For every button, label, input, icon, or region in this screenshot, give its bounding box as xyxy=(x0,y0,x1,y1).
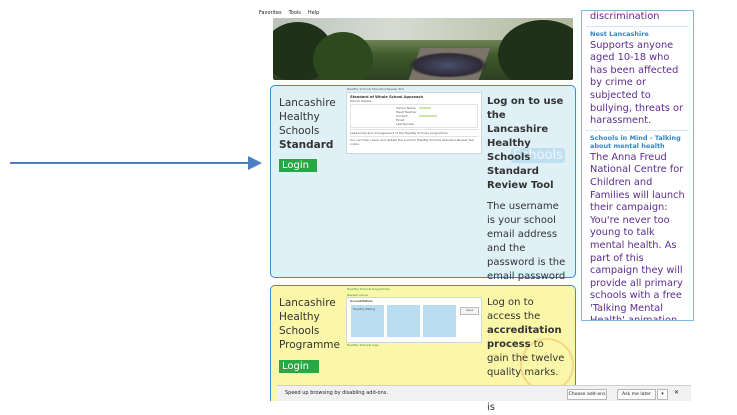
notification-message: Speed up browsing by disabling add-ons. xyxy=(285,390,388,396)
standard-description-heading: Log on to use the Lancashire Healthy Sch… xyxy=(487,96,564,191)
choose-addons-button[interactable]: Choose add-ons xyxy=(567,389,607,400)
news-text-schools-in-mind: The Anna Freud National Centre for Child… xyxy=(590,151,685,321)
standard-title: Lancashire Healthy Schools Standard xyxy=(279,97,336,151)
menu-favorites[interactable]: Favorites xyxy=(259,10,282,16)
menu-tools[interactable]: Tools xyxy=(289,10,301,16)
programme-preview-caption: Healthy Schools Programme xyxy=(347,287,390,291)
programme-preview-footer: Healthy Schools logo xyxy=(347,343,379,347)
news-heading-nest[interactable]: Nest Lancashire xyxy=(582,30,693,38)
programme-preview-thumbnail: Accreditation Healthy Eating Save xyxy=(346,297,482,343)
arrow-right-icon xyxy=(248,156,262,170)
standard-login-button[interactable]: Login xyxy=(279,159,317,172)
notification-bar: Speed up browsing by disabling add-ons. … xyxy=(277,385,691,401)
ask-me-later-button[interactable]: Ask me later xyxy=(617,389,656,400)
standard-description: Log on to use the Lancashire Healthy Sch… xyxy=(487,95,567,312)
news-sidebar: discrimination Nest Lancashire Supports … xyxy=(581,10,694,321)
standard-preview-caption: Healthy Schools Standard Review Tool xyxy=(347,87,405,91)
programme-login-button[interactable]: Login xyxy=(279,360,319,373)
programme-title: Lancashire Healthy Schools Programme xyxy=(279,297,340,351)
close-icon[interactable]: ✕ xyxy=(674,389,679,396)
news-text-nest: Supports anyone aged 10-18 who has been … xyxy=(590,39,684,127)
standard-preview-thumbnail: Standard of Whole School Approach School… xyxy=(346,92,482,154)
hero-photo xyxy=(273,18,573,80)
menu-help[interactable]: Help xyxy=(308,10,319,16)
triangle-down-icon[interactable]: ▾ xyxy=(657,389,668,400)
news-lead-text: discrimination xyxy=(590,11,660,22)
pointer-arrow-line xyxy=(10,162,258,164)
menu-bar: Favorites Tools Help xyxy=(259,10,319,16)
news-heading-schools-in-mind[interactable]: Schools in Mind - Talking about mental h… xyxy=(582,134,693,150)
